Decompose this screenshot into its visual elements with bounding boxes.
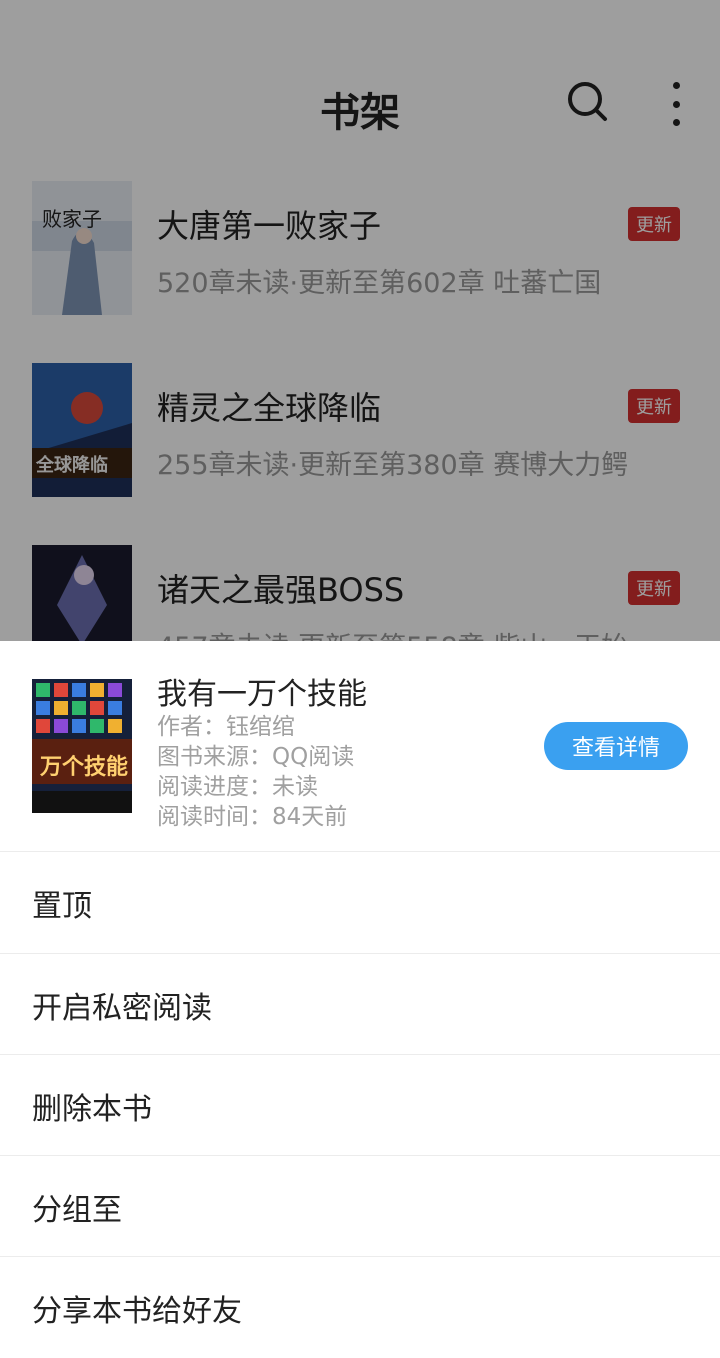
book-author: 作者：钰绾绾: [157, 714, 295, 740]
svg-text:万个技能: 万个技能: [39, 754, 128, 780]
book-cover: 万个技能: [32, 679, 132, 813]
book-action-sheet: 万个技能 我有一万个技能 作者：钰绾绾 图书来源：QQ阅读 阅读进度：未读 阅读…: [0, 641, 720, 1356]
view-details-button[interactable]: 查看详情: [544, 722, 688, 770]
private-reading-action[interactable]: 开启私密阅读: [32, 954, 692, 1055]
move-to-group-action[interactable]: 分组至: [32, 1156, 692, 1257]
delete-book-action[interactable]: 删除本书: [32, 1055, 692, 1156]
reading-progress: 阅读进度：未读: [157, 774, 318, 800]
book-source: 图书来源：QQ阅读: [157, 744, 355, 770]
dim-overlay[interactable]: [0, 0, 720, 641]
pin-to-top-action[interactable]: 置顶: [32, 852, 692, 953]
share-book-action[interactable]: 分享本书给好友: [32, 1257, 692, 1358]
reading-time: 阅读时间：84天前: [157, 804, 348, 830]
